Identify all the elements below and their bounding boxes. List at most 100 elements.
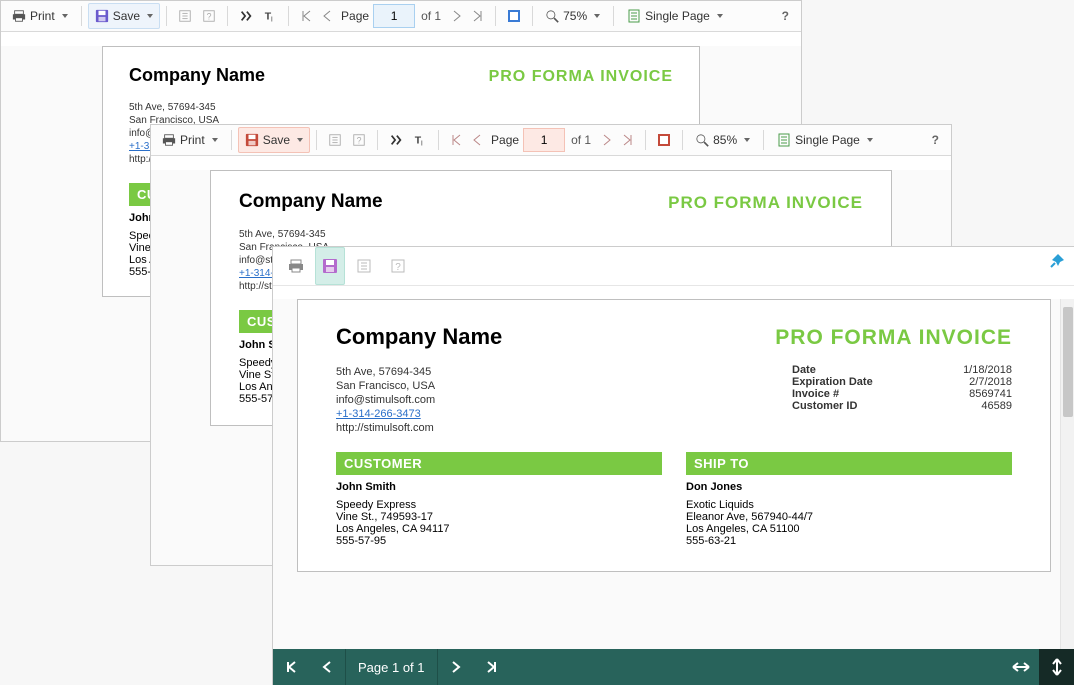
meta-cid-value: 46589 [932, 400, 1012, 412]
customer-name: John Smith [336, 481, 662, 493]
company-addr1: 5th Ave, 57694-345 [336, 366, 435, 378]
print-button[interactable]: Print [155, 127, 225, 153]
shipto-l3: Los Angeles, CA 51100 [686, 523, 1012, 535]
shipto-l2: Eleanor Ave, 567940-44/7 [686, 511, 1012, 523]
svg-text:?: ? [207, 12, 212, 22]
bottom-nav: Page 1 of 1 [273, 649, 1074, 685]
fullscreen-button[interactable] [502, 3, 526, 29]
save-button[interactable]: Save [238, 127, 310, 153]
meta-num-label: Invoice # [792, 388, 902, 400]
meta-exp-value: 2/7/2018 [932, 376, 1012, 388]
zoom-page-width-button[interactable] [1003, 649, 1039, 685]
page-label: Page [491, 133, 519, 147]
bookmarks-button[interactable] [349, 247, 379, 285]
company-addr2: San Francisco, USA [336, 380, 435, 392]
fullscreen-button[interactable] [652, 127, 676, 153]
svg-text:I: I [271, 16, 273, 23]
meta-date-label: Date [792, 364, 902, 376]
first-page-button[interactable] [273, 649, 309, 685]
next-page-button[interactable] [447, 3, 467, 29]
meta-exp-label: Expiration Date [792, 376, 902, 388]
page-of-label: of 1 [421, 9, 441, 23]
chevron-down-icon [297, 138, 303, 142]
page-indicator: Page 1 of 1 [346, 660, 437, 675]
zoom-page-height-button[interactable] [1039, 649, 1074, 685]
editor-button[interactable]: TI [408, 127, 432, 153]
scroll-thumb[interactable] [1063, 307, 1073, 417]
chevron-down-icon [594, 14, 600, 18]
last-page-button[interactable] [617, 127, 639, 153]
bookmarks-button[interactable] [173, 3, 197, 29]
mini-toolbar: ? [273, 247, 421, 285]
svg-text:I: I [421, 140, 423, 147]
print-label: Print [180, 133, 205, 147]
parameters-button[interactable]: ? [383, 247, 413, 285]
report-viewer-3: ? Company Name PRO FORMA INVOICE 5th Ave… [272, 246, 1074, 685]
editor-button[interactable]: TI [258, 3, 282, 29]
find-button[interactable] [384, 127, 408, 153]
chevron-down-icon [717, 14, 723, 18]
meta-date-value: 1/18/2018 [932, 364, 1012, 376]
company-phone-link[interactable]: +1-314-266-3473 [336, 408, 421, 420]
customer-l3: Los Angeles, CA 94117 [336, 523, 662, 535]
view-mode-label: Single Page [795, 133, 860, 147]
company-name: Company Name [239, 191, 383, 213]
company-addr1: 5th Ave, 57694-345 [129, 102, 219, 113]
next-page-button[interactable] [597, 127, 617, 153]
company-email: info@stimulsoft.com [336, 394, 435, 406]
shipto-name: Don Jones [686, 481, 1012, 493]
document-title: PRO FORMA INVOICE [668, 193, 863, 213]
print-button[interactable]: Print [5, 3, 75, 29]
help-button[interactable]: ? [924, 133, 947, 147]
zoom-button[interactable]: 75% [539, 3, 607, 29]
view-mode-button[interactable]: Single Page [770, 127, 880, 153]
first-page-button[interactable] [295, 3, 317, 29]
company-name: Company Name [336, 324, 502, 350]
customer-l4: 555-57-95 [336, 535, 662, 547]
document-title: PRO FORMA INVOICE [489, 68, 673, 86]
help-button[interactable]: ? [774, 9, 797, 23]
prev-page-button[interactable] [309, 649, 345, 685]
save-button[interactable]: Save [88, 3, 160, 29]
shipto-l1: Exotic Liquids [686, 499, 1012, 511]
zoom-button[interactable]: 85% [689, 127, 757, 153]
bookmarks-button[interactable] [323, 127, 347, 153]
first-page-button[interactable] [445, 127, 467, 153]
chevron-down-icon [147, 14, 153, 18]
company-site: http://stimulsoft.com [336, 422, 435, 434]
view-mode-button[interactable]: Single Page [620, 3, 730, 29]
chevron-down-icon [62, 14, 68, 18]
page-number-input[interactable] [523, 128, 565, 152]
company-name: Company Name [129, 65, 265, 86]
vertical-scrollbar[interactable] [1060, 299, 1074, 649]
find-button[interactable] [234, 3, 258, 29]
parameters-button[interactable]: ? [347, 127, 371, 153]
prev-page-button[interactable] [317, 3, 337, 29]
invoice-meta: Date 1/18/2018 Expiration Date 2/7/2018 In… [792, 364, 1012, 436]
parameters-button[interactable]: ? [197, 3, 221, 29]
page-number-input[interactable] [373, 4, 415, 28]
document-title: PRO FORMA INVOICE [775, 326, 1012, 350]
save-label: Save [263, 133, 290, 147]
next-page-button[interactable] [438, 649, 474, 685]
save-button[interactable] [315, 247, 345, 285]
print-button[interactable] [281, 247, 311, 285]
last-page-button[interactable] [474, 649, 510, 685]
prev-page-button[interactable] [467, 127, 487, 153]
svg-text:?: ? [395, 262, 401, 273]
svg-text:?: ? [357, 136, 362, 146]
shipto-header: SHIP TO [686, 452, 1012, 475]
page-label: Page [341, 9, 369, 23]
page-of-label: of 1 [571, 133, 591, 147]
pin-button[interactable] [1049, 253, 1065, 269]
zoom-label: 85% [713, 133, 737, 147]
customer-l1: Speedy Express [336, 499, 662, 511]
last-page-button[interactable] [467, 3, 489, 29]
chevron-down-icon [212, 138, 218, 142]
shipto-l4: 555-63-21 [686, 535, 1012, 547]
save-label: Save [113, 9, 140, 23]
view-mode-label: Single Page [645, 9, 710, 23]
toolbar: Print Save ? TI Page of 1 85% [151, 125, 951, 156]
chevron-down-icon [867, 138, 873, 142]
meta-num-value: 8569741 [932, 388, 1012, 400]
